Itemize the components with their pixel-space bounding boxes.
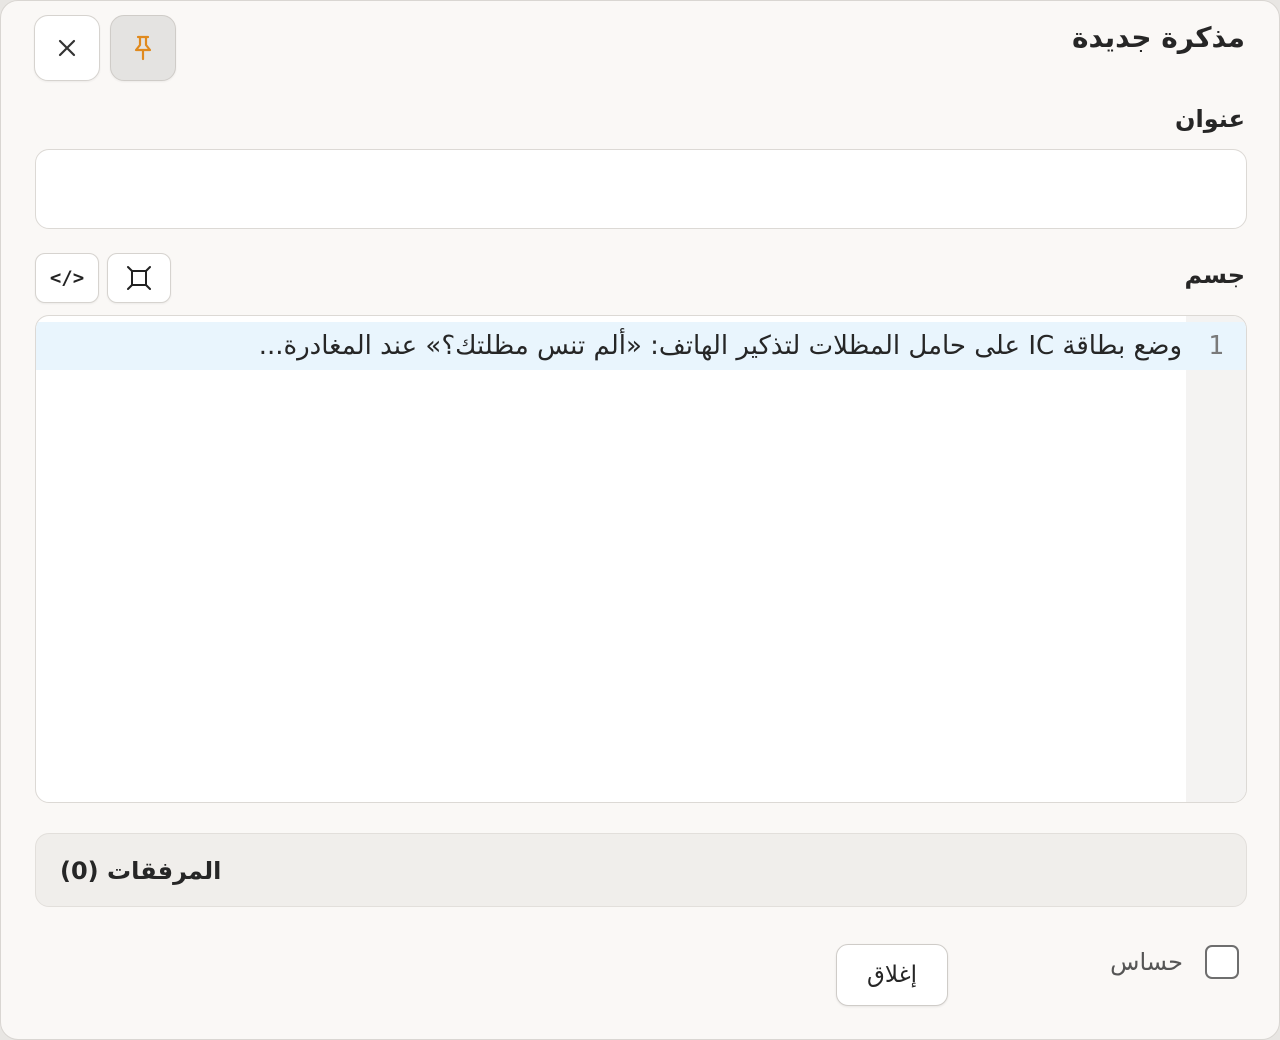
pin-icon [134, 35, 152, 61]
editor-line[interactable]: وضع بطاقة IC على حامل المظلات لتذكير اله… [259, 322, 1182, 370]
line-number: 1 [1208, 331, 1224, 361]
dialog-title: مذكرة جديدة [1071, 21, 1245, 54]
expand-icon [127, 266, 151, 290]
sensitive-toggle[interactable]: حساس [1110, 945, 1239, 979]
title-input[interactable] [35, 149, 1247, 229]
close-button[interactable]: إغلاق [836, 944, 948, 1006]
attachments-label: المرفقات (0) [60, 857, 222, 885]
code-view-button[interactable]: </> [35, 253, 99, 303]
line-number-gutter [1186, 316, 1246, 802]
pin-button[interactable] [110, 15, 176, 81]
code-icon: </> [49, 267, 85, 289]
body-editor[interactable]: 1 وضع بطاقة IC على حامل المظلات لتذكير ا… [35, 315, 1247, 803]
body-field-label: جسم [1184, 261, 1245, 289]
title-field-label: عنوان [1175, 105, 1245, 133]
sensitive-label: حساس [1110, 948, 1183, 976]
attachments-section[interactable]: المرفقات (0) [35, 833, 1247, 907]
close-icon [58, 39, 76, 57]
close-dialog-button[interactable] [34, 15, 100, 81]
new-note-dialog: مذكرة جديدة عنوان جسم </> 1 وضع بطاقة IC… [0, 0, 1280, 1040]
expand-editor-button[interactable] [107, 253, 171, 303]
sensitive-checkbox[interactable] [1205, 945, 1239, 979]
